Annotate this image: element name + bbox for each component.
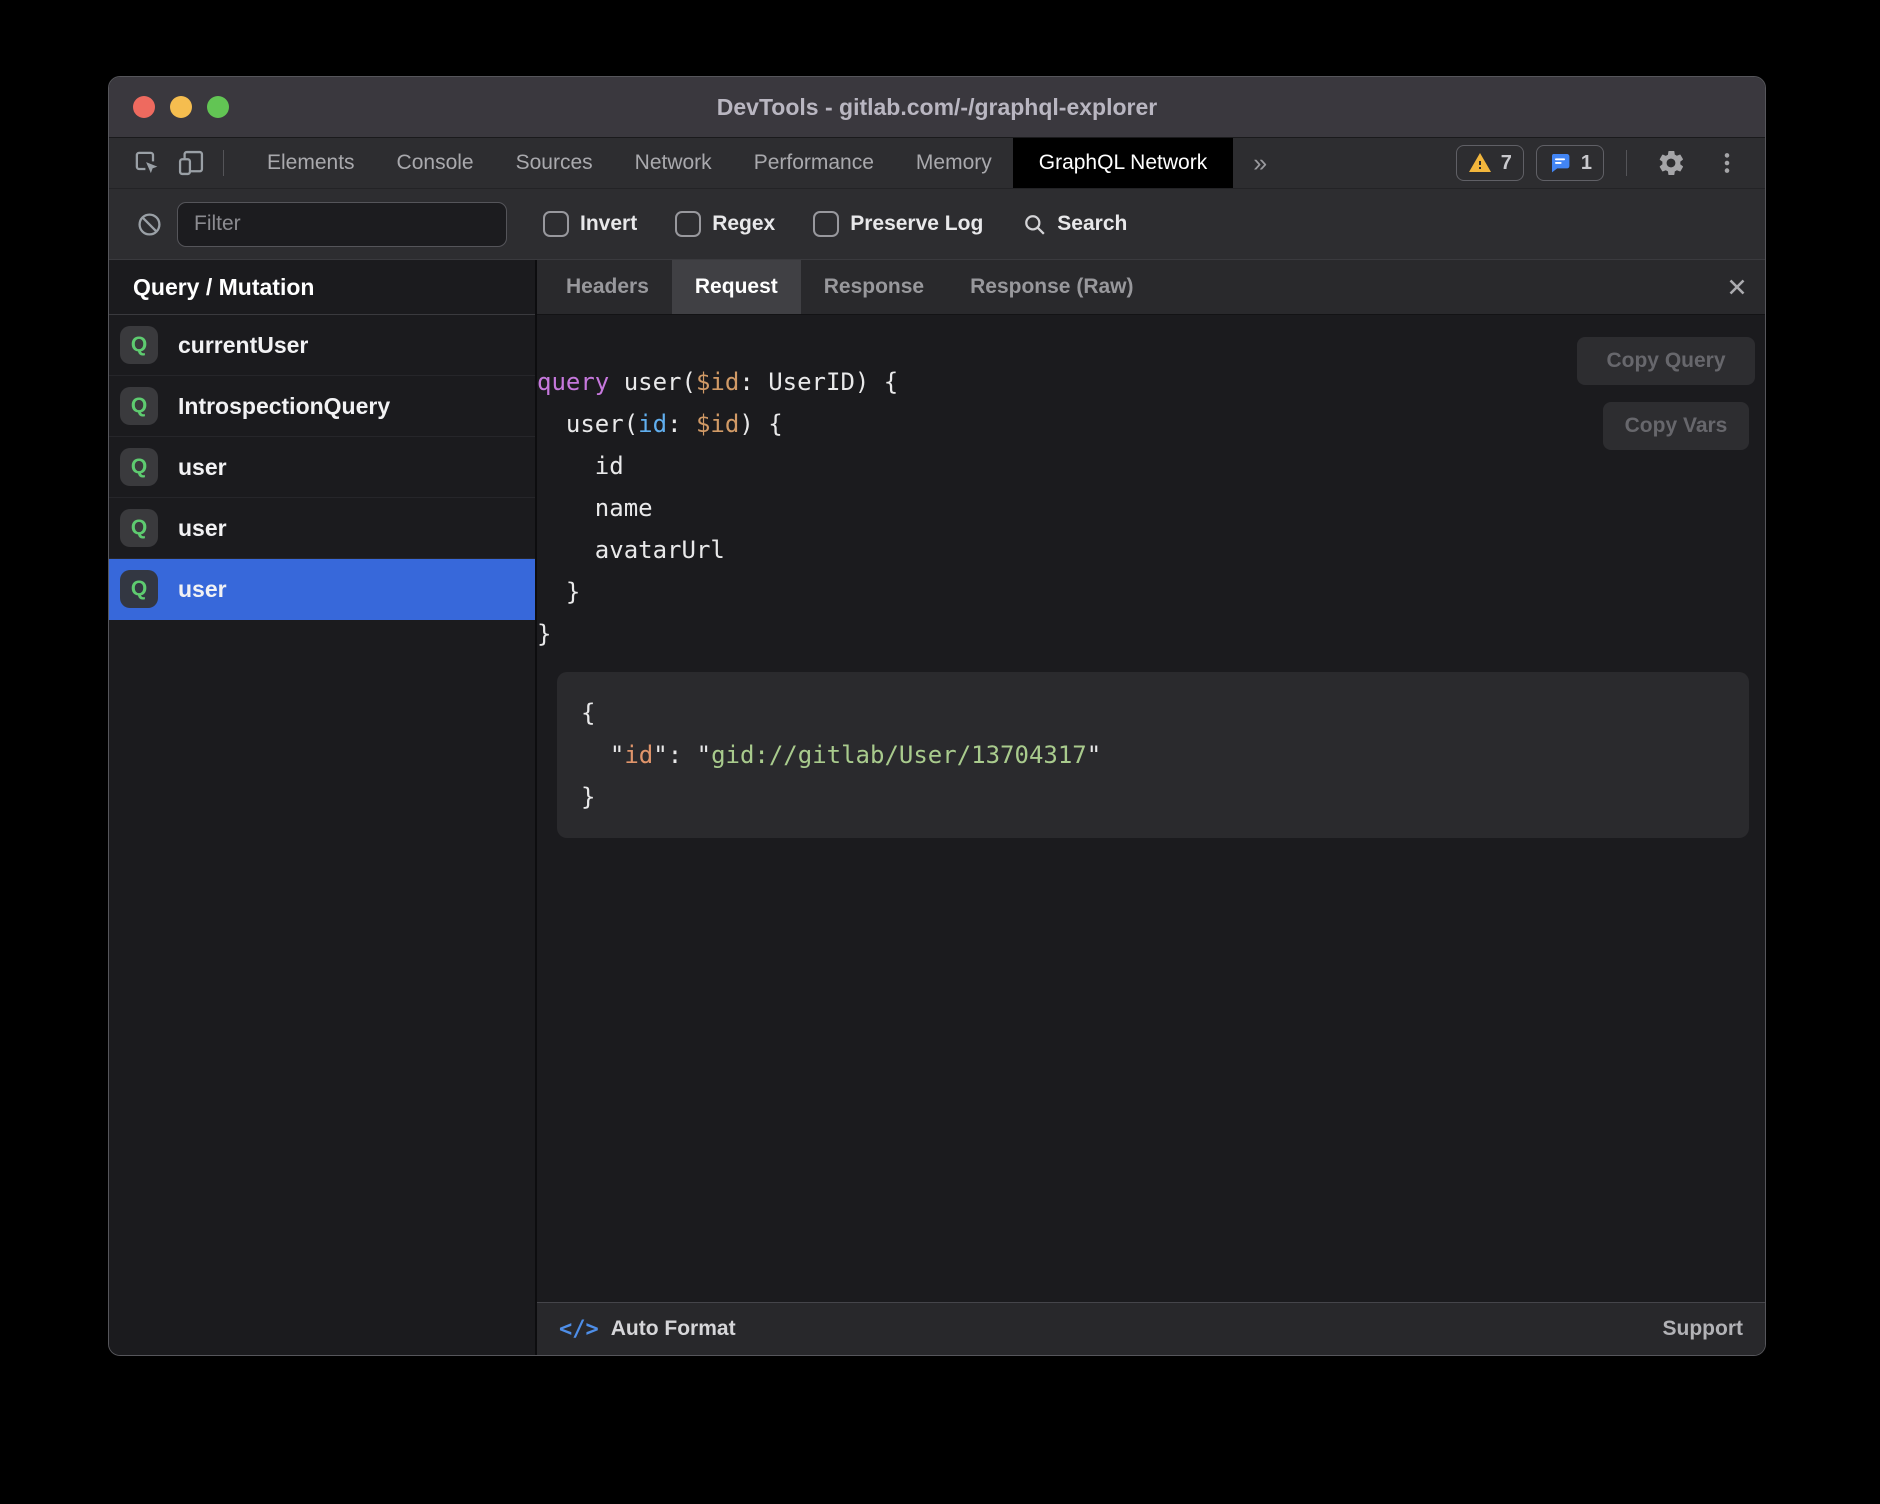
detail-tab-strip: HeadersRequestResponseResponse (Raw): [537, 260, 1765, 315]
device-toolbar-icon: [175, 147, 207, 179]
sidebar-item-label: user: [178, 454, 227, 481]
detail-tab-headers[interactable]: Headers: [543, 260, 672, 314]
sidebar-header: Query / Mutation: [109, 260, 535, 315]
sidebar-item-label: user: [178, 576, 227, 603]
sidebar-item-label: currentUser: [178, 332, 308, 359]
toolbar-tab-network[interactable]: Network: [614, 138, 733, 188]
filter-options: Invert Regex Preserve Log: [543, 211, 983, 237]
support-link[interactable]: Support: [1663, 1317, 1743, 1341]
toolbar-tab-performance[interactable]: Performance: [733, 138, 895, 188]
title-bar: DevTools - gitlab.com/-/graphql-explorer: [109, 77, 1765, 138]
request-detail-panel: HeadersRequestResponseResponse (Raw) que…: [537, 260, 1765, 1355]
code-line: }: [537, 613, 1765, 655]
sidebar-item-label: IntrospectionQuery: [178, 393, 390, 420]
sidebar-item-label: user: [178, 515, 227, 542]
code-line: avatarUrl: [537, 529, 1765, 571]
close-detail-button[interactable]: [1709, 260, 1765, 314]
devtools-panel-tabs: ElementsConsoleSourcesNetworkPerformance…: [246, 138, 1233, 188]
warning-count: 7: [1501, 152, 1512, 175]
search-icon: [1021, 211, 1048, 238]
block-icon: [135, 210, 164, 239]
auto-format-button[interactable]: </> Auto Format: [559, 1317, 736, 1342]
query-type-badge: Q: [120, 509, 158, 547]
sidebar-item-1-introspectionquery[interactable]: Q IntrospectionQuery: [109, 376, 535, 437]
request-query-code: query user($id: UserID) { user(id: $id) …: [537, 361, 1765, 655]
code-line: "id": "gid://gitlab/User/13704317": [581, 734, 1725, 776]
toolbar-separator: [1626, 150, 1627, 176]
sidebar-item-2-user[interactable]: Quser: [109, 437, 535, 498]
code-line: user(id: $id) {: [537, 403, 1765, 445]
request-list-sidebar: Query / Mutation QcurrentUserQIntrospect…: [109, 260, 537, 1355]
warnings-badge[interactable]: 7: [1456, 145, 1524, 181]
copy-query-button[interactable]: Copy Query: [1577, 337, 1755, 385]
sidebar-item-3-user[interactable]: Quser: [109, 498, 535, 559]
toolbar-separator: [223, 150, 224, 176]
more-tabs-button[interactable]: »: [1233, 138, 1287, 188]
traffic-lights: [133, 96, 229, 118]
code-line: id: [537, 445, 1765, 487]
toolbar-tab-elements[interactable]: Elements: [246, 138, 376, 188]
checkbox-preserve-log[interactable]: Preserve Log: [813, 211, 983, 237]
detail-tab-request[interactable]: Request: [672, 260, 801, 314]
code-line: }: [581, 776, 1725, 818]
settings-button[interactable]: [1649, 148, 1693, 178]
toggle-device-toolbar-button[interactable]: [169, 138, 213, 188]
request-list: QcurrentUserQIntrospectionQueryQuserQuse…: [109, 315, 535, 620]
checkbox-box[interactable]: [675, 211, 701, 237]
checkbox-regex[interactable]: Regex: [675, 211, 775, 237]
checkbox-label: Preserve Log: [850, 212, 983, 236]
zoom-window-button[interactable]: [207, 96, 229, 118]
minimize-window-button[interactable]: [170, 96, 192, 118]
detail-tab-response-raw[interactable]: Response (Raw): [947, 260, 1156, 314]
devtools-window: DevTools - gitlab.com/-/graphql-explorer…: [108, 76, 1766, 1356]
checkbox-label: Invert: [580, 212, 637, 236]
chevron-double-right-icon: »: [1253, 149, 1267, 178]
toolbar-tab-console[interactable]: Console: [376, 138, 495, 188]
query-type-badge: Q: [120, 570, 158, 608]
issue-count: 1: [1581, 152, 1592, 175]
inspect-element-button[interactable]: [125, 138, 169, 188]
panel-footer: </> Auto Format Support: [537, 1302, 1765, 1355]
checkbox-box[interactable]: [543, 211, 569, 237]
checkbox-box[interactable]: [813, 211, 839, 237]
issues-badge[interactable]: 1: [1536, 145, 1604, 181]
close-icon: [1724, 274, 1750, 300]
request-tab-content: query user($id: UserID) { user(id: $id) …: [537, 315, 1765, 1302]
query-type-badge: Q: [120, 448, 158, 486]
filter-input[interactable]: [177, 202, 507, 247]
auto-format-label: Auto Format: [611, 1317, 736, 1341]
message-icon: [1548, 151, 1572, 175]
devtools-toolbar: ElementsConsoleSourcesNetworkPerformance…: [109, 138, 1765, 188]
request-variables-box: { "id": "gid://gitlab/User/13704317"}: [557, 672, 1749, 838]
sidebar-item-0-currentuser[interactable]: QcurrentUser: [109, 315, 535, 376]
sidebar-item-4-user[interactable]: Quser: [109, 559, 535, 620]
code-line: }: [537, 571, 1765, 613]
search-label: Search: [1057, 212, 1127, 236]
code-line: name: [537, 487, 1765, 529]
customize-menu-button[interactable]: [1705, 150, 1749, 176]
checkbox-label: Regex: [712, 212, 775, 236]
toolbar-tab-sources[interactable]: Sources: [495, 138, 614, 188]
code-line: {: [581, 692, 1725, 734]
toolbar-tab-graphql-network[interactable]: GraphQL Network: [1013, 138, 1233, 188]
gear-icon: [1656, 148, 1686, 178]
inspect-cursor-icon: [131, 147, 163, 179]
detail-tab-response[interactable]: Response: [801, 260, 947, 314]
toolbar-tab-memory[interactable]: Memory: [895, 138, 1013, 188]
copy-vars-button[interactable]: Copy Vars: [1603, 402, 1749, 450]
request-variables-code: { "id": "gid://gitlab/User/13704317"}: [581, 692, 1725, 818]
search-button[interactable]: Search: [1021, 211, 1127, 238]
query-type-badge: Q: [120, 326, 158, 364]
kebab-menu-icon: [1714, 150, 1740, 176]
query-type-badge: Q: [120, 387, 158, 425]
warning-icon: [1468, 151, 1492, 175]
window-title: DevTools - gitlab.com/-/graphql-explorer: [109, 94, 1765, 121]
clear-log-button[interactable]: [129, 210, 169, 239]
network-filter-bar: Invert Regex Preserve Log Search: [109, 188, 1765, 259]
close-window-button[interactable]: [133, 96, 155, 118]
detail-tabs: HeadersRequestResponseResponse (Raw): [543, 260, 1157, 314]
checkbox-invert[interactable]: Invert: [543, 211, 637, 237]
code-brackets-icon: </>: [559, 1317, 599, 1342]
